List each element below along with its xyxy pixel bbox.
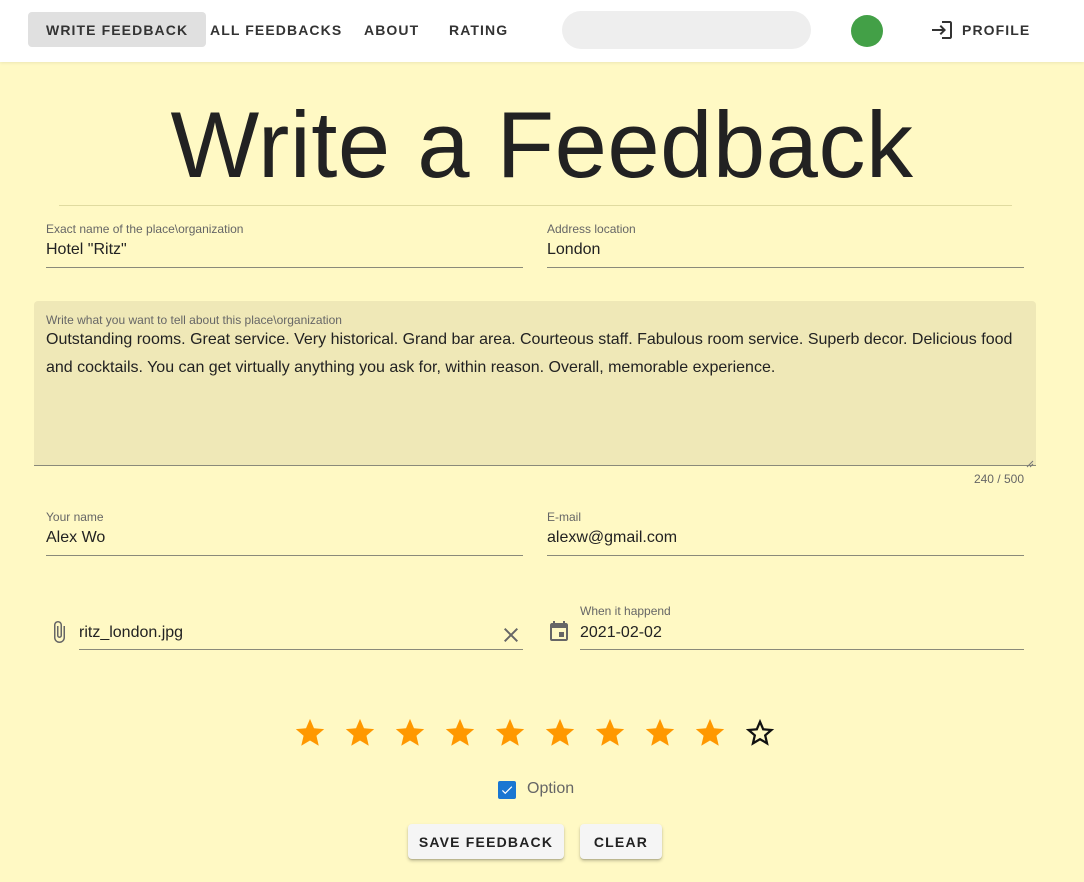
close-icon[interactable] bbox=[499, 623, 523, 647]
address-field[interactable]: Address location London bbox=[547, 222, 1024, 268]
save-feedback-button[interactable]: SAVE FEEDBACK bbox=[408, 824, 564, 859]
title-divider bbox=[59, 205, 1012, 206]
star-filled-icon[interactable] bbox=[285, 708, 335, 758]
file-name: ritz_london.jpg bbox=[79, 624, 184, 641]
clear-button[interactable]: CLEAR bbox=[580, 824, 662, 859]
status-indicator bbox=[851, 15, 883, 47]
star-filled-icon[interactable] bbox=[385, 708, 435, 758]
option-label: Option bbox=[527, 780, 575, 797]
resize-handle-icon[interactable] bbox=[1026, 455, 1034, 468]
search-input[interactable] bbox=[562, 11, 811, 49]
date-value: 2021-02-02 bbox=[580, 624, 662, 641]
email-value: alexw@gmail.com bbox=[547, 529, 678, 546]
nav-all-feedbacks[interactable]: ALL FEEDBACKS bbox=[192, 12, 360, 47]
nav-write-feedback[interactable]: WRITE FEEDBACK bbox=[28, 12, 207, 47]
star-filled-icon[interactable] bbox=[685, 708, 735, 758]
place-name-value: Hotel "Ritz" bbox=[46, 241, 127, 258]
address-value: London bbox=[547, 241, 601, 258]
paperclip-icon[interactable] bbox=[47, 620, 71, 644]
name-value: Alex Wo bbox=[46, 529, 106, 546]
description-label: Write what you want to tell about this p… bbox=[46, 313, 342, 327]
check-icon bbox=[501, 786, 513, 795]
calendar-icon[interactable] bbox=[547, 620, 571, 644]
login-icon bbox=[930, 18, 954, 42]
place-name-label: Exact name of the place\organization bbox=[46, 222, 244, 236]
star-filled-icon[interactable] bbox=[335, 708, 385, 758]
star-rating[interactable] bbox=[285, 708, 785, 758]
star-filled-icon[interactable] bbox=[635, 708, 685, 758]
place-name-field[interactable]: Exact name of the place\organization Hot… bbox=[46, 222, 523, 268]
star-outline-icon[interactable] bbox=[735, 708, 785, 758]
date-field[interactable]: When it happend 2021-02-02 bbox=[580, 604, 1024, 650]
top-app-bar: WRITE FEEDBACK ALL FEEDBACKS ABOUT RATIN… bbox=[0, 0, 1084, 62]
name-field[interactable]: Your name Alex Wo bbox=[46, 510, 523, 556]
email-label: E-mail bbox=[547, 510, 582, 524]
star-filled-icon[interactable] bbox=[585, 708, 635, 758]
address-label: Address location bbox=[547, 222, 636, 236]
star-filled-icon[interactable] bbox=[485, 708, 535, 758]
description-text: Outstanding rooms. Great service. Very h… bbox=[46, 331, 1013, 376]
name-label: Your name bbox=[46, 510, 104, 524]
profile-button[interactable]: PROFILE bbox=[930, 12, 1030, 47]
star-filled-icon[interactable] bbox=[535, 708, 585, 758]
option-checkbox[interactable] bbox=[498, 781, 516, 799]
email-field[interactable]: E-mail alexw@gmail.com bbox=[547, 510, 1024, 556]
nav-about[interactable]: ABOUT bbox=[346, 12, 437, 47]
profile-label: PROFILE bbox=[962, 21, 1031, 38]
page-title: Write a Feedback bbox=[170, 92, 914, 197]
star-filled-icon[interactable] bbox=[435, 708, 485, 758]
nav-rating[interactable]: RATING bbox=[431, 12, 526, 47]
character-counter: 240 / 500 bbox=[973, 472, 1024, 486]
file-input[interactable]: ritz_london.jpg bbox=[79, 612, 523, 650]
date-label: When it happend bbox=[580, 604, 671, 618]
description-textarea[interactable]: Write what you want to tell about this p… bbox=[34, 301, 1036, 468]
